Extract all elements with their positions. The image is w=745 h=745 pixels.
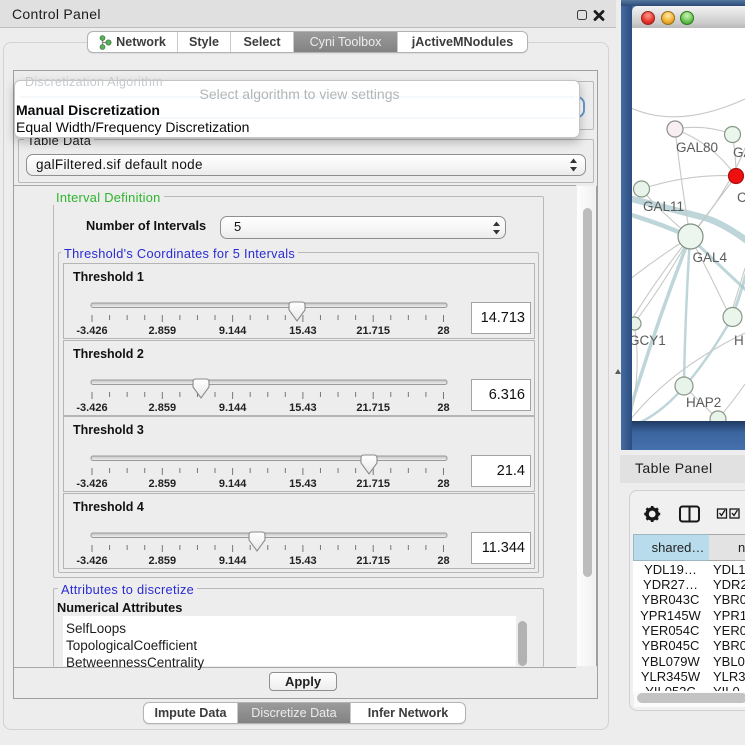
- svg-text:28: 28: [437, 555, 449, 567]
- svg-text:21.715: 21.715: [356, 402, 390, 414]
- svg-text:-3.426: -3.426: [76, 478, 107, 490]
- svg-text:2.859: 2.859: [149, 325, 177, 337]
- svg-text:H: H: [734, 333, 744, 348]
- svg-text:9.144: 9.144: [219, 325, 247, 337]
- svg-text:9.144: 9.144: [219, 555, 247, 567]
- svg-text:15.43: 15.43: [289, 402, 317, 414]
- svg-text:C: C: [737, 190, 745, 205]
- svg-text:15.43: 15.43: [289, 478, 317, 490]
- svg-text:15.43: 15.43: [289, 325, 317, 337]
- svg-text:28: 28: [437, 402, 449, 414]
- svg-text:-3.426: -3.426: [76, 402, 107, 414]
- svg-text:9.144: 9.144: [219, 402, 247, 414]
- svg-text:GCY1: GCY1: [632, 333, 666, 348]
- svg-text:-3.426: -3.426: [76, 555, 107, 567]
- svg-text:GAL80: GAL80: [676, 140, 718, 155]
- svg-text:28: 28: [437, 325, 449, 337]
- svg-text:28: 28: [437, 478, 449, 490]
- svg-text:-3.426: -3.426: [76, 325, 107, 337]
- svg-text:21.715: 21.715: [356, 478, 390, 490]
- svg-text:HAP2: HAP2: [686, 395, 721, 410]
- svg-text:2.859: 2.859: [149, 402, 177, 414]
- svg-text:21.715: 21.715: [356, 555, 390, 567]
- svg-text:2.859: 2.859: [149, 555, 177, 567]
- svg-text:GA: GA: [733, 145, 745, 160]
- svg-text:9.144: 9.144: [219, 478, 247, 490]
- svg-text:GAL11: GAL11: [643, 199, 684, 214]
- svg-text:GAL4: GAL4: [693, 250, 728, 265]
- svg-text:21.715: 21.715: [356, 325, 390, 337]
- svg-text:2.859: 2.859: [149, 478, 177, 490]
- svg-text:15.43: 15.43: [289, 555, 317, 567]
